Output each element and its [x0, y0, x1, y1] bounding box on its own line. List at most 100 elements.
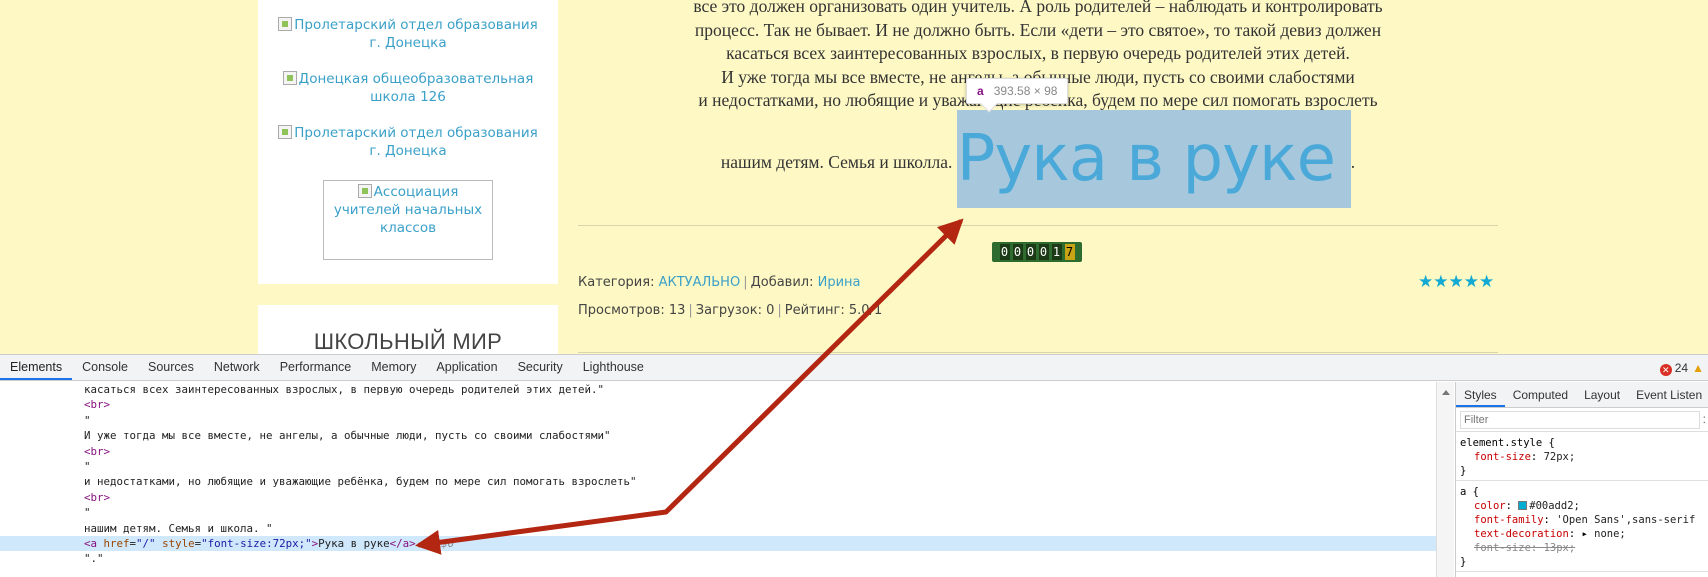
divider	[578, 225, 1498, 226]
article: все это должен организовать один учитель…	[578, 0, 1498, 354]
dom-text-node[interactable]: "	[0, 505, 1436, 520]
styles-pane: Styles Computed Layout Event Listen : el…	[1455, 382, 1708, 577]
tab-network[interactable]: Network	[204, 354, 270, 380]
css-property[interactable]: color: #00add2;	[1460, 499, 1704, 513]
dom-text-node[interactable]: И уже тогда мы все вместе, не ангелы, а …	[0, 428, 1436, 443]
prop-value[interactable]: none;	[1594, 528, 1626, 540]
article-line: касаться всех заинтересованных взрослых,…	[726, 43, 1350, 64]
tab-layout[interactable]: Layout	[1576, 382, 1628, 407]
styles-tabbar: Styles Computed Layout Event Listen	[1456, 382, 1708, 408]
css-property-overridden[interactable]: font-size: 13px;	[1460, 541, 1704, 555]
tab-security[interactable]: Security	[508, 354, 573, 380]
css-property[interactable]: font-family: 'Open Sans',sans-serif	[1460, 513, 1704, 527]
devtools-tabbar: Elements Console Sources Network Perform…	[0, 355, 1708, 381]
prop-name: color	[1474, 500, 1506, 512]
attr-value[interactable]: "/"	[136, 537, 156, 550]
dom-selected-anchor-node[interactable]: <a href="/" style="font-size:72px;">Рука…	[0, 535, 1436, 552]
attr-name: style	[162, 536, 195, 550]
dom-text-node[interactable]: "	[0, 413, 1436, 428]
rule-selector: element.style {	[1460, 437, 1555, 449]
meta-separator: |	[777, 303, 782, 318]
meta-separator: |	[688, 303, 693, 318]
tab-memory[interactable]: Memory	[361, 354, 426, 380]
counter-digit: 0	[1012, 244, 1023, 260]
tab-styles[interactable]: Styles	[1456, 382, 1505, 407]
counter-digit: 7	[1064, 244, 1075, 260]
expand-triangle-icon[interactable]: ▸	[1581, 528, 1587, 540]
association-link[interactable]: Ассоциация учителей начальных классов	[324, 183, 492, 237]
dom-text-node[interactable]: нашим детям. Семья и школа. "	[0, 521, 1436, 536]
dom-text-node[interactable]: касаться всех заинтересованных взрослых,…	[0, 382, 1436, 397]
prop-value[interactable]: 'Open Sans',sans-serif	[1556, 514, 1695, 526]
dom-br-node[interactable]: <br>	[0, 490, 1436, 505]
tab-console[interactable]: Console	[72, 354, 138, 380]
sidebar-link-proletarsky-1[interactable]: Пролетарский отдел образования г. Донецк…	[274, 16, 542, 52]
author-link[interactable]: Ирина	[818, 275, 861, 290]
prop-name: text-decoration	[1474, 528, 1569, 540]
error-icon: ✕	[1659, 364, 1672, 376]
tab-computed[interactable]: Computed	[1505, 382, 1576, 407]
css-property[interactable]: text-decoration: ▸ none;	[1460, 527, 1704, 541]
visit-counter[interactable]: 0 0 0 0 1 7	[992, 242, 1082, 262]
dom-br-node[interactable]: <br>	[0, 397, 1436, 412]
attr-value[interactable]: "font-size:72px;"	[201, 537, 312, 550]
prop-name: font-size	[1474, 451, 1531, 463]
dom-tree[interactable]: касаться всех заинтересованных взрослых,…	[0, 382, 1436, 577]
hov-toggle-icon[interactable]: :	[1703, 412, 1706, 426]
counter-digit: 0	[999, 244, 1010, 260]
dom-text-node[interactable]: "	[0, 459, 1436, 474]
school-world-widget: ШКОЛЬНЫЙ МИР	[258, 305, 558, 354]
broken-image-icon	[357, 184, 372, 198]
counter-digit: 0	[1025, 244, 1036, 260]
dom-text-node[interactable]: и недостатками, но любящие и уважающие р…	[0, 474, 1436, 489]
sidebar-links-card: Пролетарский отдел образования г. Донецк…	[258, 0, 558, 284]
css-property[interactable]: font-size: 72px;	[1460, 450, 1704, 464]
hand-in-hand-link[interactable]: Рука в руке	[956, 110, 1351, 208]
element-style-rule[interactable]: element.style { font-size: 72px; }	[1456, 432, 1708, 481]
tab-application[interactable]: Application	[426, 354, 507, 380]
anchor-text: Рука в руке	[318, 536, 390, 550]
tab-event-listeners[interactable]: Event Listen	[1628, 382, 1708, 407]
meta-separator: |	[743, 275, 748, 290]
counter-digit: 0	[1038, 244, 1049, 260]
widget-title: ШКОЛЬНЫЙ МИР	[313, 329, 503, 354]
color-swatch-icon[interactable]	[1518, 501, 1528, 510]
tooltip-dimensions: 393.58 × 98	[993, 84, 1058, 98]
error-count: 24	[1674, 361, 1689, 375]
rating-stars[interactable]: ★★★★★	[1418, 272, 1494, 292]
dom-br-node[interactable]: <br>	[0, 444, 1436, 459]
category-label: Категория:	[578, 275, 655, 290]
prop-value[interactable]: #00add2;	[1529, 500, 1580, 512]
category-link[interactable]: АКТУАЛЬНО	[659, 275, 741, 290]
warning-icon: ▲	[1692, 361, 1704, 375]
dom-scrollbar[interactable]	[1436, 382, 1454, 577]
sidebar-link-label: Донецкая общеобразовательная школа 126	[298, 71, 534, 105]
sidebar-link-school-126[interactable]: Донецкая общеобразовательная школа 126	[274, 70, 542, 106]
element-hover-tooltip: a 393.58 × 98	[966, 78, 1069, 113]
tab-performance[interactable]: Performance	[270, 354, 362, 380]
rule-close: }	[1460, 465, 1467, 477]
added-label: Добавил:	[750, 275, 814, 290]
counter-digit: 1	[1051, 244, 1062, 260]
sidebar-link-proletarsky-2[interactable]: Пролетарский отдел образования г. Донецк…	[274, 124, 542, 160]
broken-image-icon	[278, 125, 293, 139]
downloads-count: Загрузок: 0	[695, 303, 775, 318]
prop-value[interactable]: 72px;	[1544, 451, 1576, 463]
styles-filter-input[interactable]	[1460, 410, 1700, 429]
tab-sources[interactable]: Sources	[138, 354, 204, 380]
tab-lighthouse[interactable]: Lighthouse	[573, 354, 654, 380]
divider	[578, 352, 1498, 353]
error-counter[interactable]: ✕ 24 ▲	[1659, 355, 1704, 381]
sidebar-link-association[interactable]: Ассоциация учителей начальных классов	[323, 180, 493, 260]
sidebar-link-label: Ассоциация учителей начальных классов	[333, 184, 483, 236]
tab-elements[interactable]: Elements	[0, 354, 73, 380]
anchor-rule[interactable]: a { color: #00add2; font-family: 'Open S…	[1456, 481, 1708, 572]
prop-value[interactable]: 13px;	[1544, 542, 1576, 554]
prop-name: font-family	[1474, 514, 1544, 526]
broken-image-icon	[282, 71, 297, 85]
sidebar-link-label: Пролетарский отдел образования г. Донецк…	[294, 125, 538, 159]
dom-text-node[interactable]: "."	[0, 551, 1436, 566]
styles-filter-bar: :	[1456, 408, 1708, 432]
article-last-line-text: нашим детям. Семья и школла.	[720, 152, 953, 172]
tag-close: </a>	[389, 536, 416, 550]
